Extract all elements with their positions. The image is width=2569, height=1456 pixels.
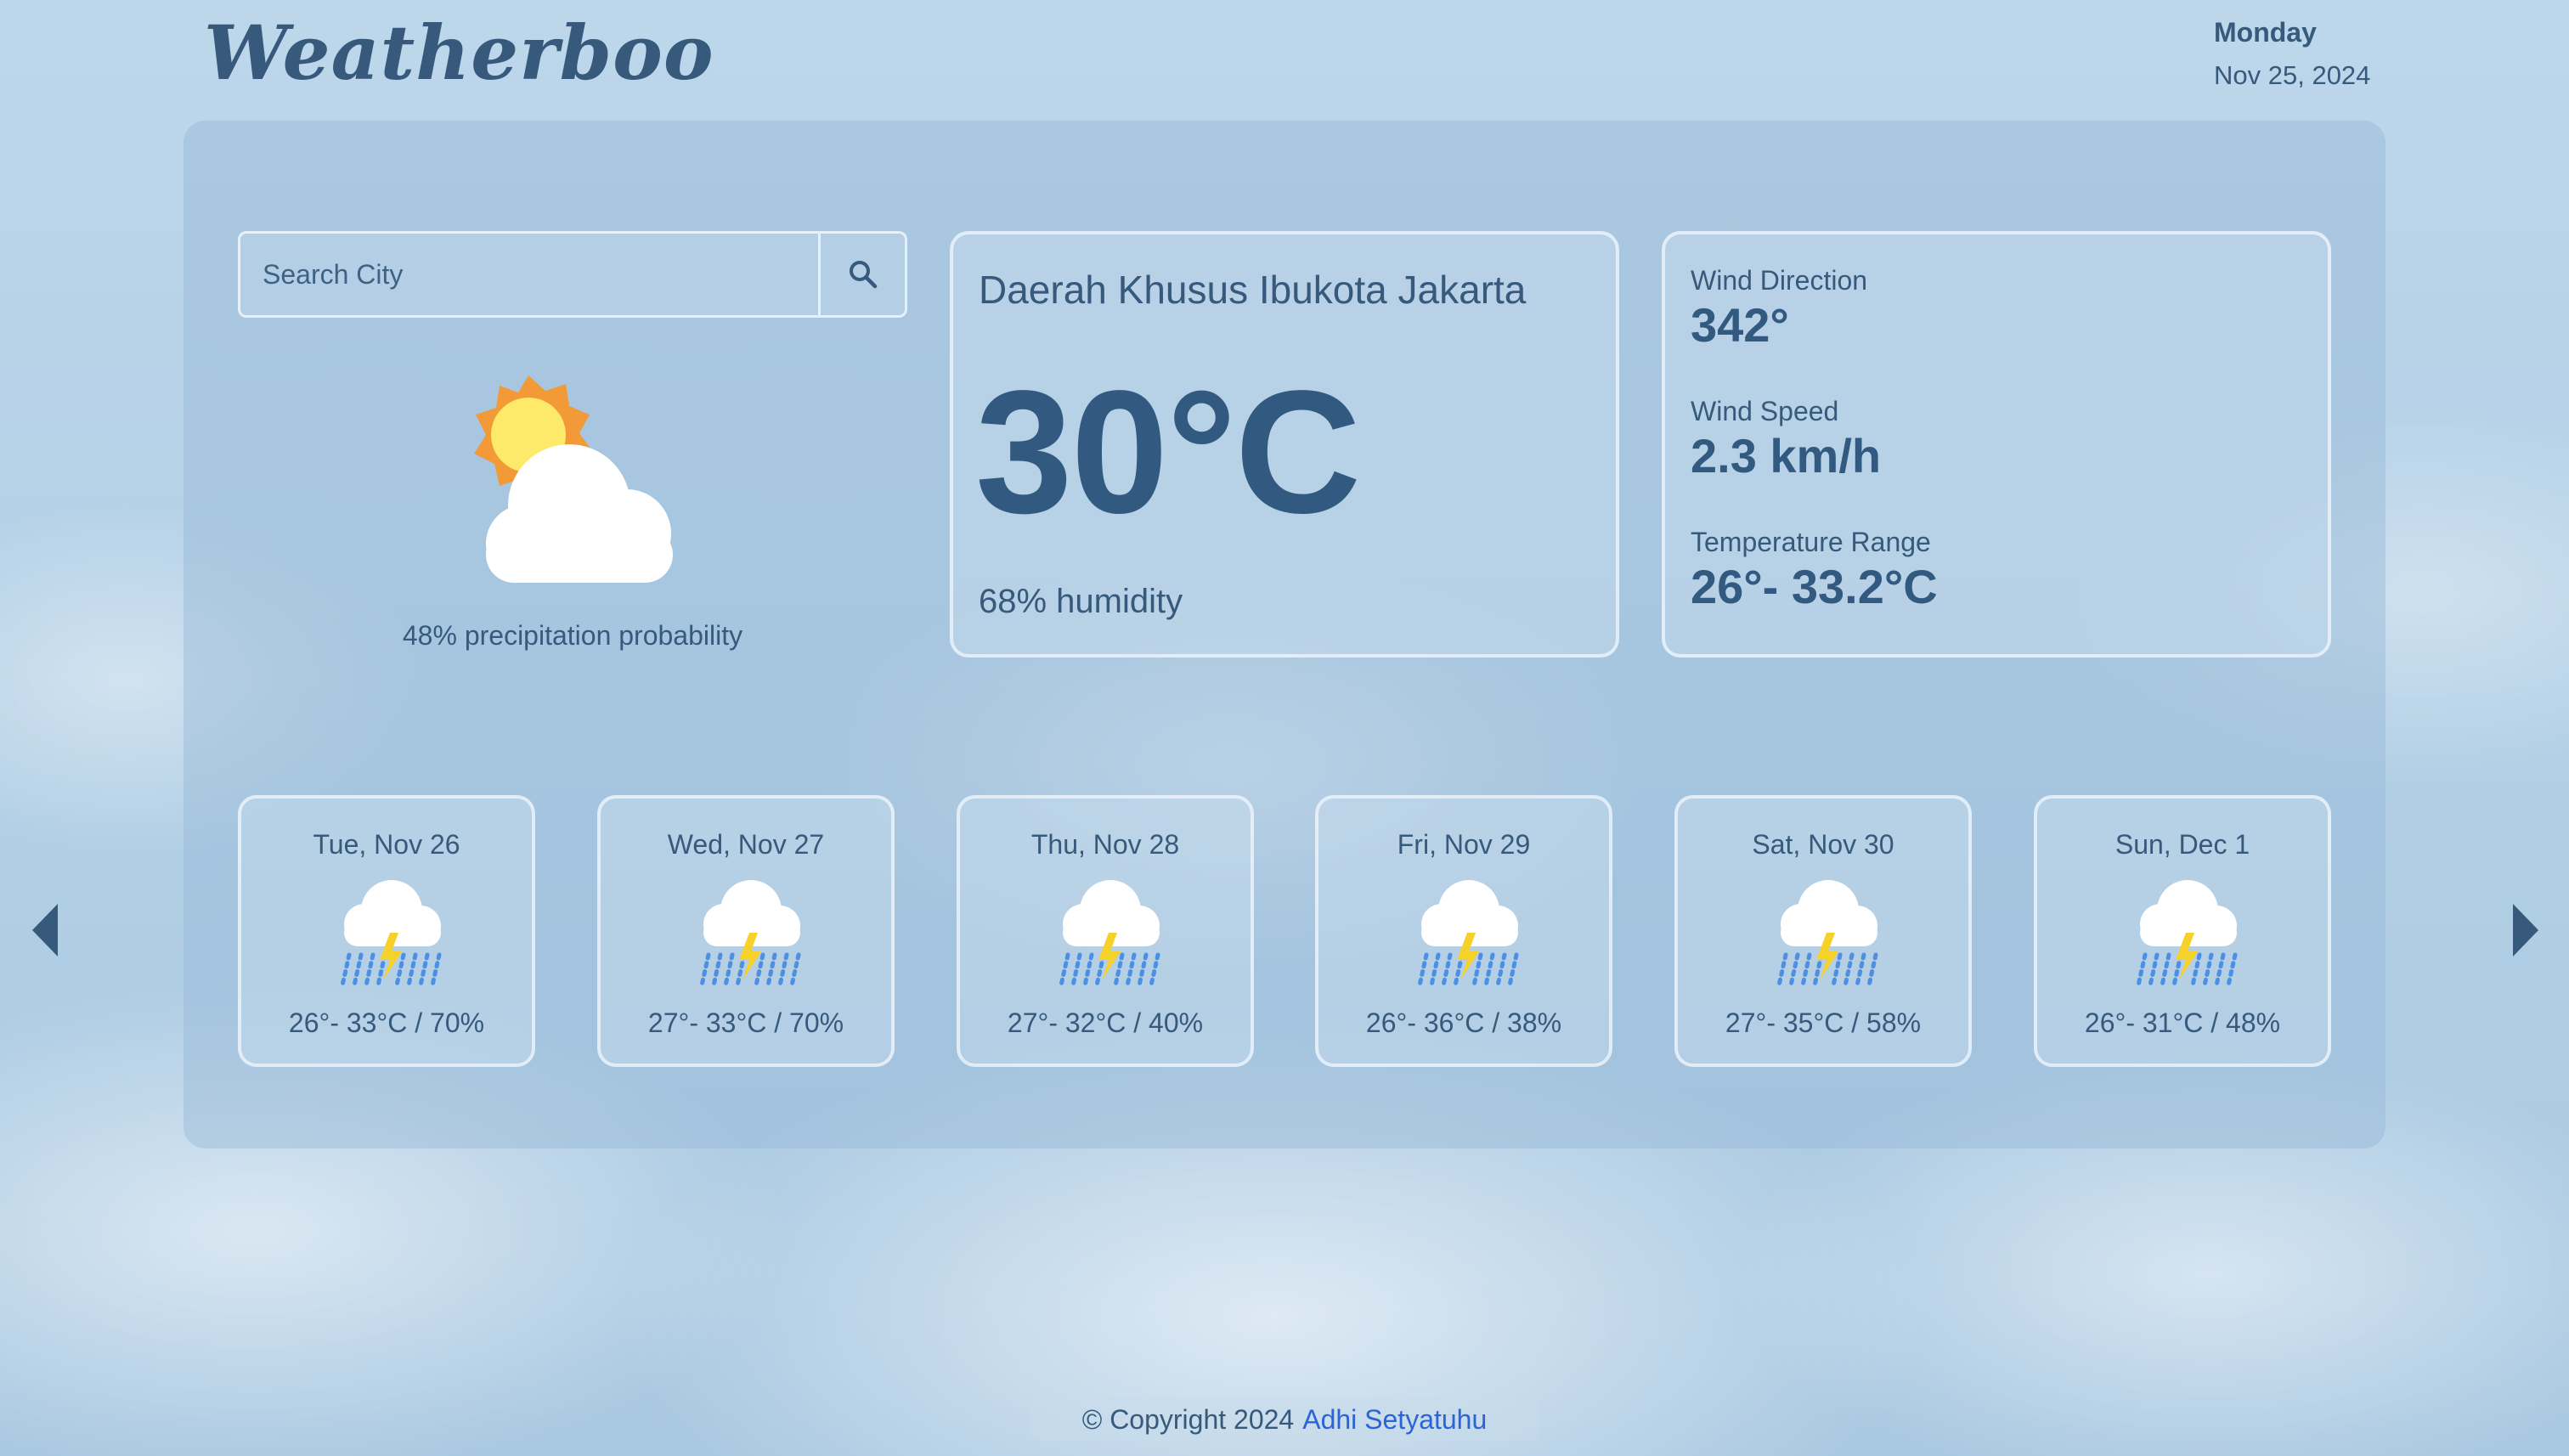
thunderstorm-rain-icon xyxy=(1406,877,1528,987)
forecast-range: 27°- 32°C / 40% xyxy=(1007,1007,1204,1038)
forecast-date: Sun, Dec 1 xyxy=(2114,829,2250,860)
forecast-range: 26°- 31°C / 48% xyxy=(2084,1007,2281,1038)
current-weather-card: Daerah Khusus Ibukota Jakarta 30°C 68% h… xyxy=(950,231,1619,657)
temperature-range-value: 26°- 33.2°C xyxy=(1691,560,1938,613)
forecast-range: 26°- 33°C / 70% xyxy=(288,1007,485,1038)
date-text: Nov 25, 2024 xyxy=(2214,60,2371,90)
forecast-range: 27°- 33°C / 70% xyxy=(647,1007,844,1038)
current-date: Monday Nov 25, 2024 xyxy=(2214,17,2370,91)
forecast-card[interactable]: Thu, Nov 28 27°- 32°C / 40% xyxy=(957,795,1254,1067)
footer: © Copyright 2024 Adhi Setyatuhu xyxy=(1030,1398,1539,1441)
forecast-card[interactable]: Wed, Nov 27 27°- 33°C / 70% xyxy=(597,795,895,1067)
chevron-left-icon[interactable] xyxy=(29,902,63,958)
chevron-right-icon[interactable] xyxy=(2508,902,2542,958)
thunderstorm-rain-icon xyxy=(329,877,451,987)
thunderstorm-rain-icon xyxy=(1047,877,1170,987)
app-logo: Weatherboo xyxy=(204,8,714,97)
forecast-date: Thu, Nov 28 xyxy=(1030,829,1180,860)
author-link[interactable]: Adhi Setyatuhu xyxy=(1302,1404,1487,1436)
wind-speed-value: 2.3 km/h xyxy=(1691,429,1882,483)
forecast-card[interactable]: Fri, Nov 29 26°- 36°C / 38% xyxy=(1315,795,1612,1067)
forecast-card[interactable]: Sun, Dec 1 26°- 31°C / 48% xyxy=(2034,795,2331,1067)
search-button[interactable] xyxy=(818,234,905,315)
forecast-date: Sat, Nov 30 xyxy=(1752,829,1894,860)
thunderstorm-rain-icon xyxy=(2125,877,2247,987)
humidity: 68% humidity xyxy=(979,583,1183,620)
search-bar xyxy=(238,231,907,318)
thunderstorm-rain-icon xyxy=(688,877,810,987)
thunderstorm-rain-icon xyxy=(1765,877,1888,987)
copyright-text: © Copyright 2024 xyxy=(1081,1403,1295,1435)
wind-direction-label: Wind Direction xyxy=(1691,265,1868,296)
current-temperature: 30°C xyxy=(975,354,1361,550)
search-input[interactable] xyxy=(240,234,818,315)
forecast-date: Wed, Nov 27 xyxy=(667,829,825,860)
forecast-card[interactable]: Tue, Nov 26 26°- 33°C / 70% xyxy=(238,795,535,1067)
precipitation-probability: 48% precipitation probability xyxy=(402,620,743,651)
forecast-card[interactable]: Sat, Nov 30 27°- 35°C / 58% xyxy=(1674,795,1972,1067)
wind-direction-value: 342° xyxy=(1691,298,1789,352)
forecast-date: Fri, Nov 29 xyxy=(1397,829,1531,860)
day-name: Monday xyxy=(2214,17,2317,48)
partly-cloudy-icon xyxy=(474,375,673,583)
wind-speed-label: Wind Speed xyxy=(1691,396,1839,426)
city-name: Daerah Khusus Ibukota Jakarta xyxy=(979,268,1527,312)
weather-details-card: Wind Direction 342° Wind Speed 2.3 km/h … xyxy=(1662,231,2331,657)
search-icon xyxy=(849,261,877,289)
forecast-range: 26°- 36°C / 38% xyxy=(1365,1007,1562,1038)
forecast-date: Tue, Nov 26 xyxy=(313,829,460,860)
temperature-range-label: Temperature Range xyxy=(1691,527,1931,557)
forecast-range: 27°- 35°C / 58% xyxy=(1725,1007,1922,1038)
